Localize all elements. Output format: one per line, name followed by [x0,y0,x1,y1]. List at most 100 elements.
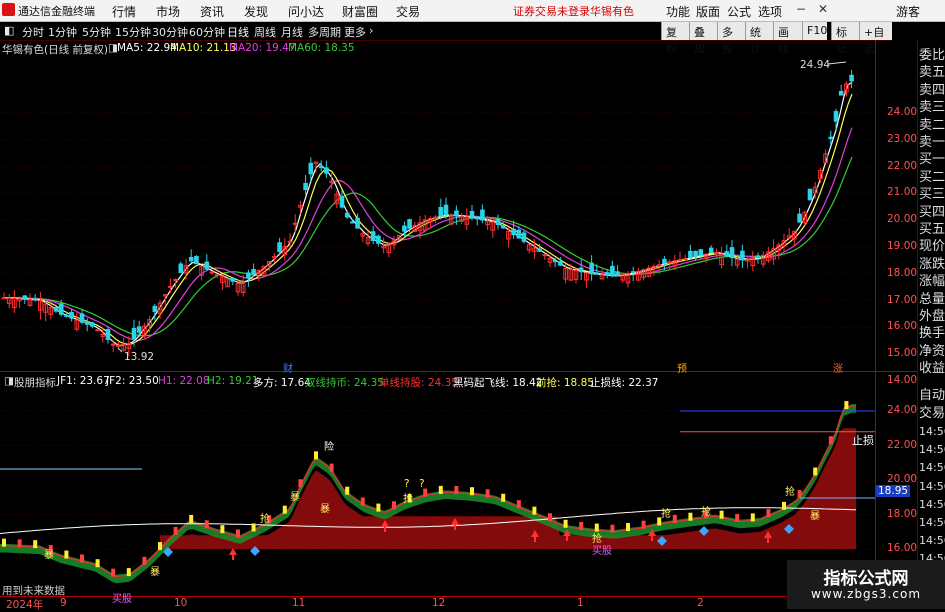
candle-down [698,249,704,256]
sidebar-field[interactable]: 买二 [919,166,945,185]
main-y-tick: 14.00 [887,374,918,386]
signal-bar [610,524,615,533]
indicator-annotation: 抢 [701,507,711,518]
candle-down [521,232,527,242]
signal-bar [17,539,22,548]
candle-down [370,231,376,241]
indicator-annotation: 险 [324,442,334,453]
sidebar-field[interactable]: 换手 [919,322,945,341]
candle-down [69,311,74,319]
signal-bar [236,529,240,538]
sidebar-field[interactable]: 买四 [919,201,945,220]
signal-bar [126,568,131,577]
candle-down [188,256,194,262]
sidebar-field[interactable]: 净资 [919,340,945,359]
event-mark-fin[interactable]: 财 [283,360,293,375]
candle-down [500,225,506,229]
sidebar-field[interactable]: 卖四 [919,79,945,98]
candle-up [714,252,719,255]
signal-bar [360,497,365,506]
signal-bar [501,493,506,502]
current-indicator-value: 18.95 [876,485,911,497]
candle-down [688,250,693,258]
signal-bar [329,463,334,472]
candle-down [454,210,459,217]
signal-bar [376,503,381,512]
sidebar-field[interactable]: 卖一 [919,131,945,150]
event-mark-pre[interactable]: 预 [677,360,687,375]
sidebar-field[interactable]: 总量 [919,288,945,307]
signal-bar [797,489,802,498]
sidebar-field[interactable]: 外盘 [919,305,945,324]
low-price-label: 13.92 [124,351,155,363]
candle-down [516,229,522,239]
signal-bar [750,513,755,522]
signal-bar [782,501,786,510]
event-mark-up[interactable]: 涨 [833,360,843,375]
sidebar-field[interactable]: 买五 [919,218,945,237]
quote-sidebar: 委比 卖五 卖四 卖三 卖二 卖一 买一 买二 买三 买四 买五 现价 涨跌 涨幅 总量 外盘 换手 净资 收益自动… [917,40,945,609]
candle-down [838,90,844,96]
candle-down [443,204,449,216]
signal-bar [158,542,162,551]
tick-time: 14:56 [919,534,945,548]
sidebar-field[interactable]: 涨跌 [919,253,945,272]
candle-down [693,250,698,257]
signal-bar [813,467,818,476]
signal-bar [80,554,84,563]
time-tick: 10 [174,597,188,609]
sidebar-field[interactable]: 收益 [919,357,945,376]
candle-up [677,259,683,262]
candle-up [542,254,548,257]
signal-bar [454,485,459,494]
signal-bar [282,505,287,514]
sidebar-field[interactable]: 买三 [919,183,945,202]
sidebar-field[interactable]: 买一 [919,148,945,167]
candle-down [480,209,485,221]
tick-time: 14:56 [919,516,945,529]
indicator-green-band [0,404,856,584]
sidebar-field[interactable]: 涨幅 [919,270,945,289]
candle-down [136,326,142,333]
signal-bar [251,523,256,532]
ma10-line [3,93,853,345]
signal-bar [95,559,100,568]
candle-down [511,228,516,236]
signal-bar [579,521,584,530]
signal-bar [735,513,740,522]
main-y-tick: 17.00 [887,293,918,306]
time-tick: 12 [432,597,446,609]
auto-trade-label[interactable]: 交易 [919,402,945,421]
candle-down [740,250,745,261]
candle-down [724,251,730,257]
high-pointer [827,61,847,65]
sidebar-field[interactable]: 卖二 [919,114,945,133]
sidebar-field[interactable]: 卖五 [919,61,945,80]
indicator-y-tick: 16.00 [887,542,918,554]
price-chart[interactable] [0,0,945,609]
candle-down [204,261,210,270]
signal-bar [111,568,116,577]
indicator-y-tick: 22.00 [887,439,918,451]
indicator-y-tick: 24.00 [887,404,918,416]
candle-down [610,265,615,277]
auto-trade-label[interactable]: 自动 [919,384,945,403]
candle-down [318,166,324,169]
candle-down [22,295,28,300]
candle-down [152,305,158,312]
candle-up [173,278,178,281]
signal-bar [298,479,303,488]
sidebar-field[interactable]: 卖三 [919,96,945,115]
main-y-tick: 24.00 [887,106,918,118]
candle-down [662,258,667,264]
indicator-annotation: 抢 [661,509,671,520]
candle-down [339,196,345,208]
indicator-annotation: 买股 [592,546,612,557]
candle-down [594,272,600,275]
candle-down [32,298,38,301]
indicator-annotation: 抢 [260,514,270,525]
candle-up [110,343,116,346]
sidebar-field[interactable]: 委比 [919,44,945,63]
sidebar-field[interactable]: 现价 [919,235,945,254]
signal-bar [626,523,630,532]
